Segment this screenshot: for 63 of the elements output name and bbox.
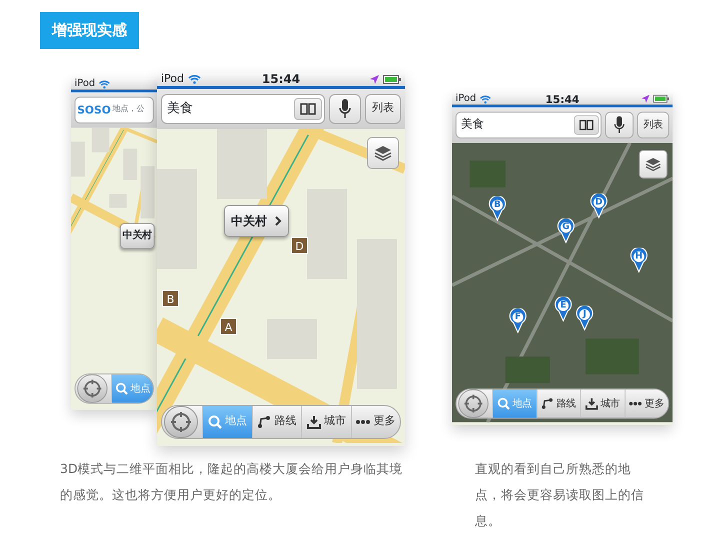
list-button[interactable]: 列表	[637, 111, 670, 138]
locate-button[interactable]	[77, 374, 108, 402]
crosshair-icon	[464, 393, 484, 413]
section-title: 增强现实感	[40, 12, 139, 48]
layers-icon	[645, 156, 662, 171]
book-icon	[300, 102, 316, 114]
tab[interactable]: 更多	[350, 406, 400, 438]
layers-button[interactable]	[638, 149, 668, 178]
map-marker[interactable]: A	[220, 318, 237, 334]
map-marker[interactable]: D	[291, 236, 308, 254]
tab[interactable]: 路线	[536, 388, 580, 418]
locate-button[interactable]	[164, 406, 198, 438]
download-icon	[585, 396, 598, 410]
clock-time: 15:44	[545, 92, 580, 106]
battery-icon	[383, 74, 402, 84]
tab[interactable]: 城市	[580, 388, 624, 418]
map-pin[interactable]: J	[576, 305, 594, 330]
battery-icon	[653, 94, 670, 102]
crosshair-icon	[170, 410, 192, 432]
tab[interactable]: 城市	[301, 406, 350, 438]
search-field[interactable]: 美食	[161, 94, 325, 124]
map-callout[interactable]: 中关村	[120, 222, 155, 248]
tab[interactable]: 路线	[252, 406, 301, 438]
tab[interactable]: 更多	[624, 388, 668, 418]
carrier-label: iPod	[161, 72, 184, 87]
microphone-button[interactable]	[605, 111, 634, 138]
clock-time: 15:44	[262, 72, 300, 87]
search-icon	[116, 382, 128, 394]
crosshair-icon	[82, 378, 102, 398]
map-callout[interactable]: 中关村	[224, 204, 289, 236]
map-pin[interactable]: G	[557, 218, 575, 243]
location-arrow-icon	[370, 74, 380, 84]
microphone-button[interactable]	[329, 94, 361, 124]
map-pin[interactable]: B	[488, 196, 506, 221]
map-pin[interactable]: E	[554, 296, 572, 322]
logo: SOSO	[77, 102, 111, 118]
wifi-icon	[480, 94, 492, 103]
wifi-icon	[98, 78, 110, 88]
carrier-label: iPod	[74, 78, 96, 90]
route-icon	[257, 414, 272, 428]
wifi-icon	[188, 74, 202, 84]
map-marker[interactable]: B	[162, 290, 179, 306]
microphone-icon	[339, 98, 351, 118]
caption-text: 直观的看到自己所熟悉的地点，将会更容易读取图上的信息。	[475, 460, 645, 530]
search-field[interactable]: 美食	[456, 111, 602, 138]
download-icon	[306, 414, 321, 428]
map-pin[interactable]: F	[508, 308, 527, 333]
search-icon	[208, 414, 222, 428]
route-icon	[541, 396, 554, 410]
layers-icon	[374, 144, 392, 160]
bookmark-button[interactable]	[574, 114, 599, 134]
bookmark-button[interactable]	[294, 98, 322, 120]
caption-text: 3D模式与二维平面相比，隆起的高楼大厦会给用户身临其境的感觉。这也将方便用户更好的定位。	[60, 460, 404, 504]
search-icon	[497, 396, 510, 410]
carrier-label: iPod	[456, 92, 476, 106]
map-pin[interactable]: D	[590, 193, 608, 218]
microphone-icon	[614, 116, 625, 134]
layers-button[interactable]	[367, 136, 399, 168]
location-arrow-icon	[642, 94, 650, 102]
book-icon	[579, 119, 594, 130]
locate-button[interactable]	[458, 388, 488, 418]
list-button[interactable]: 列表	[365, 94, 401, 124]
map-pin[interactable]: H	[630, 247, 648, 272]
